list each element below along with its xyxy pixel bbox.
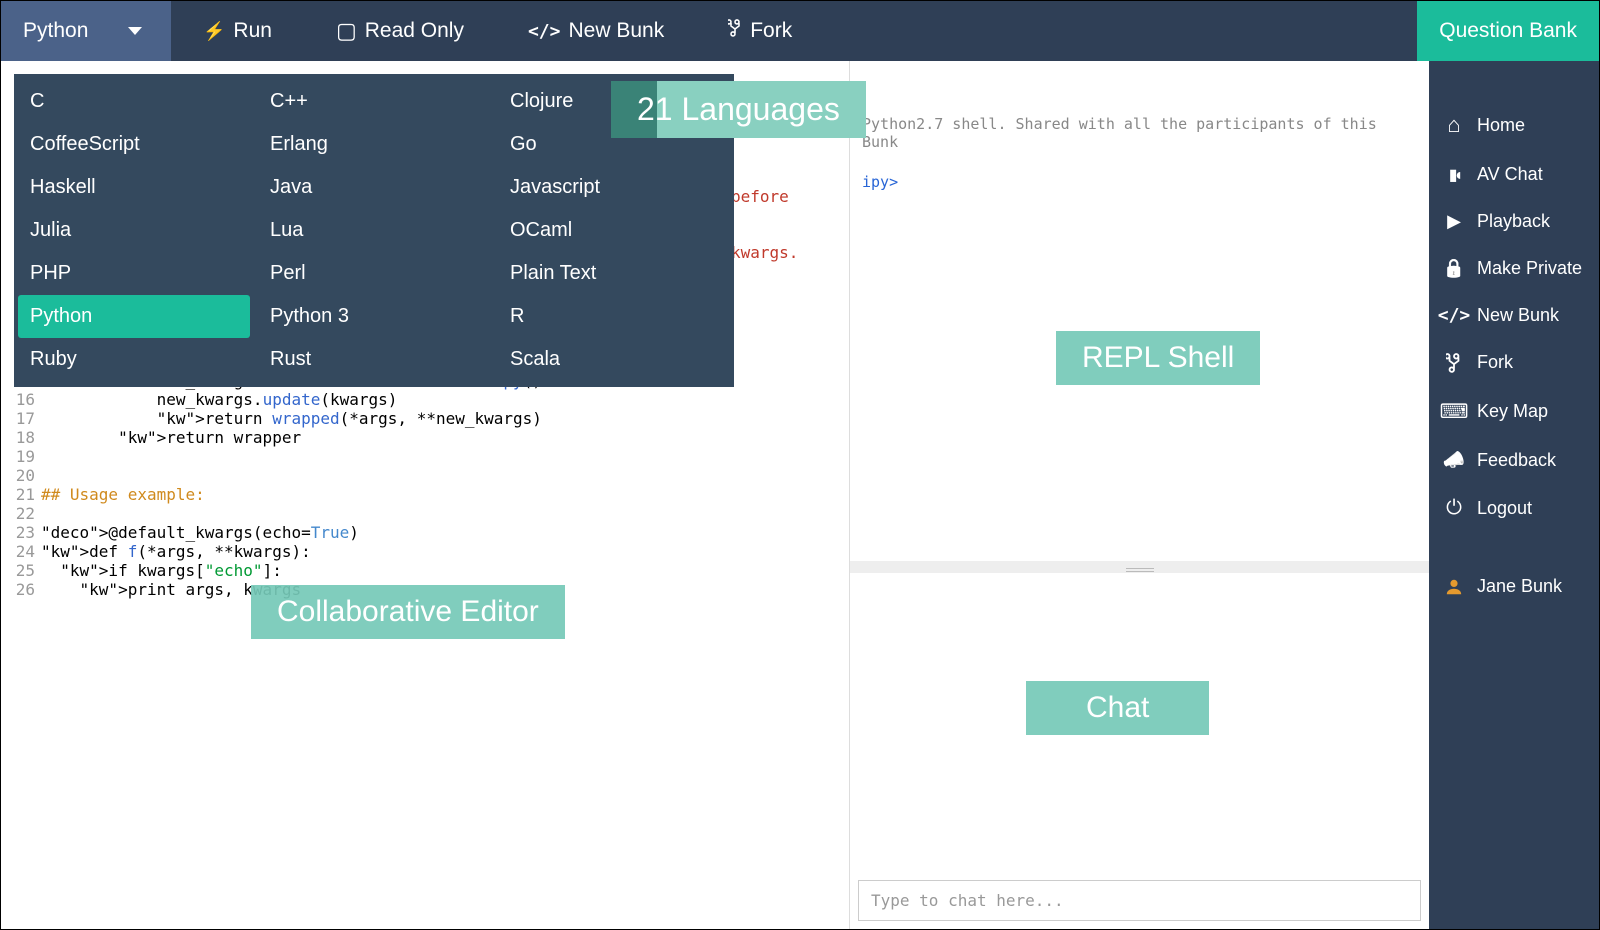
chat-panel: Type to chat here... [850,573,1429,929]
language-option[interactable]: Lua [254,209,494,252]
language-option[interactable]: Clojure [494,80,734,123]
sidebar-user[interactable]: Jane Bunk [1429,565,1599,608]
language-dropdown[interactable]: CC++ClojureCoffeeScriptErlangGoHaskellJa… [14,74,734,387]
sidebar-item-label: Playback [1477,211,1550,232]
sidebar-item-label: Feedback [1477,450,1556,471]
code-fragment: kwargs. [731,243,798,262]
language-select[interactable]: Python [1,1,171,61]
readonly-label: Read Only [365,19,464,43]
language-option[interactable]: Rust [254,338,494,381]
sidebar-item[interactable]: AV Chat [1429,153,1599,196]
code-icon [528,19,561,43]
language-option[interactable]: Java [254,166,494,209]
user-icon [1443,578,1465,596]
right-panel: Python2.7 shell. Shared with all the par… [849,61,1429,929]
sidebar-item[interactable]: Home [1429,101,1599,149]
home-icon [1443,112,1465,138]
language-option[interactable]: PHP [14,252,254,295]
repl-header: Python2.7 shell. Shared with all the par… [850,61,1429,159]
language-option[interactable]: Perl [254,252,494,295]
language-option[interactable]: OCaml [494,209,734,252]
keyboard-icon [1443,399,1465,424]
sidebar-item-label: New Bunk [1477,305,1559,326]
language-option[interactable]: Python [18,295,250,338]
language-option[interactable]: Plain Text [494,252,734,295]
code-fragment: before [731,187,789,206]
bolt-icon [203,19,225,43]
chat-log[interactable] [850,573,1429,872]
sidebar-item[interactable]: Playback [1429,200,1599,243]
sidebar: Home AV Chat Playback Make Private New Bunk F… [1429,61,1599,929]
language-option[interactable]: CoffeeScript [14,123,254,166]
fork-icon [1443,353,1465,373]
language-option[interactable]: Haskell [14,166,254,209]
language-option[interactable]: C++ [254,80,494,123]
language-option[interactable]: Julia [14,209,254,252]
question-bank-button[interactable]: Question Bank [1417,1,1599,61]
sidebar-item-label: Make Private [1477,258,1582,279]
sidebar-item-label: Logout [1477,498,1532,519]
sidebar-user-name: Jane Bunk [1477,576,1562,597]
sidebar-item-label: Fork [1477,352,1513,373]
question-bank-label: Question Bank [1439,19,1577,43]
code-icon [1443,305,1465,326]
chevron-down-icon [128,27,142,35]
repl-output[interactable] [850,205,1429,567]
language-select-label: Python [23,19,88,43]
split-handle[interactable] [850,567,1429,573]
new-bunk-button[interactable]: New Bunk [496,1,696,61]
run-label: Run [233,19,272,43]
sidebar-item-label: AV Chat [1477,164,1543,185]
sidebar-item-label: Home [1477,115,1525,136]
chat-input[interactable]: Type to chat here... [858,880,1421,921]
sidebar-item-label: Key Map [1477,401,1548,422]
language-option[interactable]: Ruby [14,338,254,381]
bullhorn-icon [1443,450,1465,471]
power-icon [1443,497,1465,520]
fork-button[interactable]: Fork [696,1,824,61]
language-option[interactable]: C [14,80,254,123]
sidebar-item[interactable]: Fork [1429,341,1599,384]
language-option[interactable]: Scala [494,338,734,381]
new-bunk-label: New Bunk [568,19,664,43]
toolbar: Python Run Read Only New Bunk Fork Quest… [1,1,1599,61]
repl-prompt[interactable]: ipy> [850,159,1429,205]
checkbox-empty-icon [336,18,357,44]
sidebar-item[interactable]: Make Private [1429,247,1599,290]
sidebar-item[interactable]: Logout [1429,486,1599,531]
fork-label: Fork [750,19,792,43]
language-option[interactable]: R [494,295,734,338]
fork-icon [728,19,742,43]
lock-icon [1443,258,1465,279]
language-option[interactable]: Go [494,123,734,166]
language-option[interactable]: Erlang [254,123,494,166]
sidebar-item[interactable]: New Bunk [1429,294,1599,337]
video-icon [1443,165,1465,185]
sidebar-item[interactable]: Key Map [1429,388,1599,435]
readonly-button[interactable]: Read Only [304,1,496,61]
language-option[interactable]: Python 3 [254,295,494,338]
sidebar-item[interactable]: Feedback [1429,439,1599,482]
play-icon [1443,211,1465,232]
run-button[interactable]: Run [171,1,304,61]
language-option[interactable]: Javascript [494,166,734,209]
